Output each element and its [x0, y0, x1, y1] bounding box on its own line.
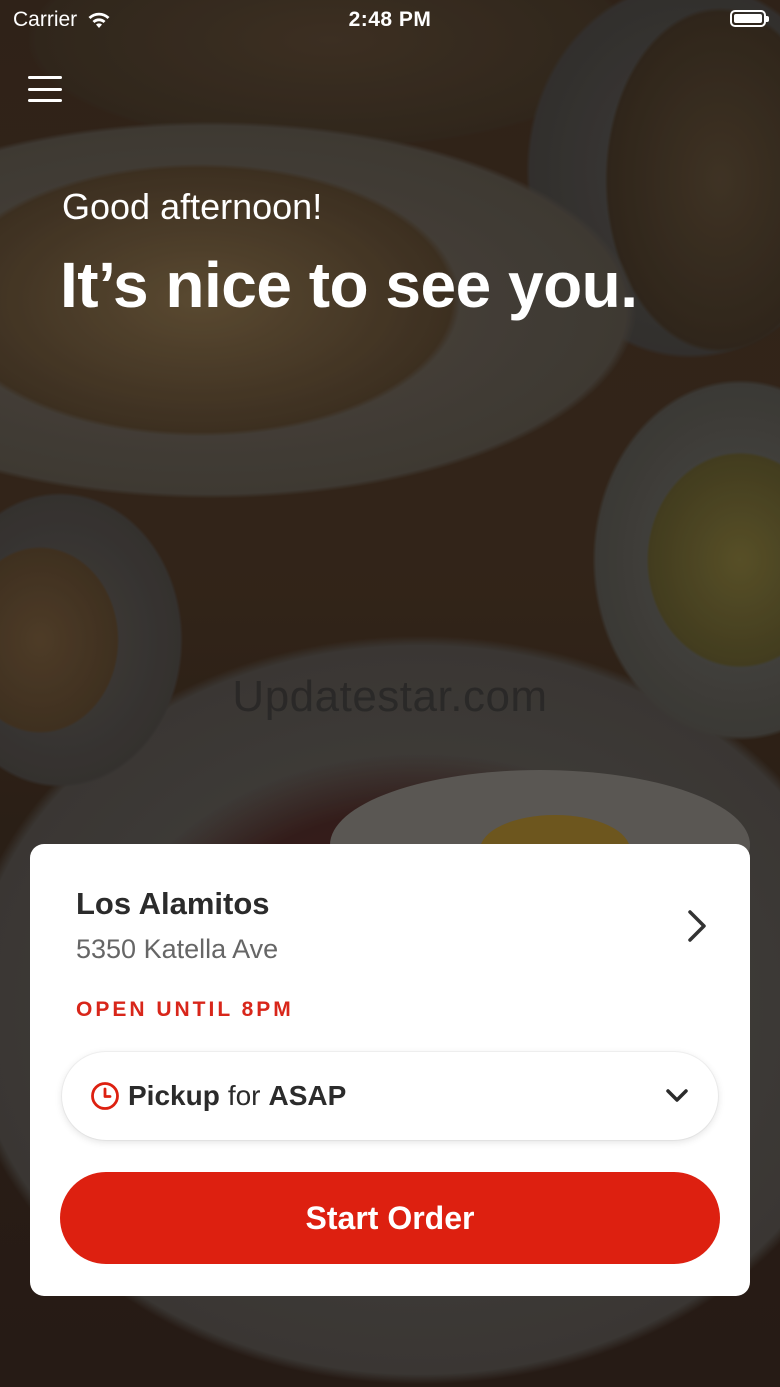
menu-line	[28, 87, 62, 91]
chevron-down-icon	[666, 1089, 688, 1102]
order-type-dropdown[interactable]: Pickup for ASAP	[62, 1052, 718, 1140]
battery-level	[734, 14, 762, 23]
location-name: Los Alamitos	[76, 886, 270, 921]
battery-icon	[730, 10, 769, 27]
order-time: ASAP	[268, 1080, 347, 1111]
hamburger-menu-icon[interactable]	[28, 72, 62, 106]
headline-text: It’s nice to see you.	[60, 249, 638, 321]
location-address: 5350 Katella Ave	[76, 934, 279, 964]
status-bar: Carrier 2:48 PM	[0, 0, 780, 40]
start-order-button[interactable]: Start Order	[60, 1172, 720, 1264]
clock-icon	[91, 1082, 119, 1110]
watermark: Updatestar.com	[232, 672, 548, 721]
open-status-label: OPEN UNTIL 8PM	[76, 998, 294, 1021]
menu-line	[28, 99, 62, 102]
chevron-right-icon[interactable]	[682, 906, 710, 946]
order-mode: Pickup	[128, 1080, 220, 1111]
order-type-text: Pickup for ASAP	[128, 1080, 664, 1112]
status-time: 2:48 PM	[348, 8, 432, 31]
location-card: Los Alamitos 5350 Katella Ave OPEN UNTIL…	[30, 844, 750, 1296]
order-connector: for	[227, 1080, 261, 1111]
menu-line	[28, 76, 62, 79]
greeting-text: Good afternoon!	[62, 186, 323, 227]
